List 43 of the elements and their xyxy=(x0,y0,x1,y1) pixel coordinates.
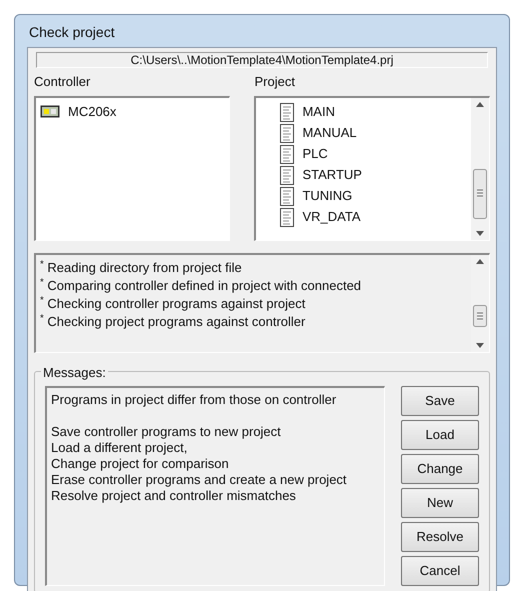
log-line: $^{*}$ Checking project programs against controller xyxy=(40,312,306,330)
controller-name[interactable]: MC206x xyxy=(68,102,116,121)
scrollbar[interactable] xyxy=(471,98,489,240)
message-line: Change project for comparison xyxy=(51,456,229,472)
scroll-up-icon[interactable] xyxy=(476,258,484,264)
message-line: Save controller programs to new project xyxy=(51,424,281,440)
dialog-button[interactable]: New xyxy=(401,488,479,518)
controller-list[interactable]: MC206x xyxy=(34,96,230,240)
dialog-button[interactable]: Cancel xyxy=(401,556,479,586)
dialog-button[interactable]: Load xyxy=(401,420,479,450)
dialog-button[interactable]: Change xyxy=(401,454,479,484)
scroll-thumb[interactable] xyxy=(473,168,487,218)
document-icon xyxy=(280,186,294,206)
dialog-button[interactable]: Save xyxy=(401,386,479,416)
scroll-thumb[interactable] xyxy=(473,305,487,327)
message-headline: Programs in project differ from those on controller xyxy=(51,392,336,408)
program-name[interactable]: MAIN xyxy=(302,102,335,122)
message-line: Load a different project, xyxy=(51,440,188,456)
document-icon xyxy=(280,144,294,164)
document-icon xyxy=(280,102,294,122)
window-title: Check project xyxy=(28,23,116,42)
program-name[interactable]: PLC xyxy=(302,144,328,164)
document-icon xyxy=(280,124,294,142)
project-path: C:\Users\..\MotionTemplate4\MotionTemplate4.prj xyxy=(36,52,488,68)
message-line: Resolve project and controller mismatches xyxy=(51,488,296,504)
log-line: $^{*}$ Reading directory from project file xyxy=(40,258,242,276)
log-line: $^{*}$ Comparing controller defined in project with connected xyxy=(40,276,362,294)
dialog-button[interactable]: Resolve xyxy=(401,522,479,552)
project-list[interactable]: MAIN MANUAL PLC STARTUP TUNING VR_DATA xyxy=(254,96,490,240)
document-icon xyxy=(280,166,294,184)
program-name[interactable]: VR_DATA xyxy=(302,207,360,227)
program-name[interactable]: STARTUP xyxy=(302,165,362,185)
scroll-up-icon[interactable] xyxy=(476,102,484,106)
scroll-down-icon[interactable] xyxy=(476,342,484,348)
program-name[interactable]: TUNING xyxy=(302,186,352,206)
scroll-down-icon[interactable] xyxy=(476,230,484,236)
controller-icon xyxy=(40,104,60,118)
log-line: $^{*}$ Checking controller programs against project xyxy=(40,294,306,312)
project-label: Project xyxy=(254,73,295,91)
program-name[interactable]: MANUAL xyxy=(302,123,357,143)
message-line: Erase controller programs and create a new project xyxy=(51,472,347,488)
controller-label: Controller xyxy=(34,73,90,91)
document-icon xyxy=(280,208,294,226)
